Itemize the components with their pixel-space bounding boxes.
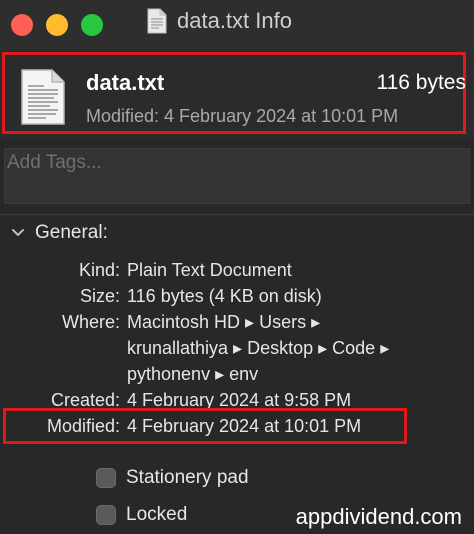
zoom-window-button[interactable] <box>81 14 103 36</box>
modified-label: Modified: <box>46 416 120 436</box>
where-label: Where: <box>61 312 120 332</box>
close-window-button[interactable] <box>11 14 33 36</box>
file-summary: data.txt 116 bytes Modified: 4 February … <box>0 50 474 140</box>
window-title-group: data.txt Info <box>147 8 292 34</box>
general-section-label: General: <box>35 222 108 243</box>
minimize-window-button[interactable] <box>46 14 68 36</box>
size-value: 116 bytes (4 KB on disk) <box>127 286 322 306</box>
where-path-line: Macintosh HD ▸ Users ▸ <box>127 312 321 332</box>
locked-checkbox[interactable] <box>96 505 116 525</box>
title-bar: data.txt Info <box>0 0 474 50</box>
size-row: Size: 116 bytes (4 KB on disk) <box>0 286 474 312</box>
where-path-line: pythonenv ▸ env <box>127 364 259 384</box>
locked-label: Locked <box>126 504 188 525</box>
watermark: appdividend.com <box>295 504 462 529</box>
kind-label: Kind: <box>78 260 120 280</box>
modified-row: Modified: 4 February 2024 at 10:01 PM <box>0 416 474 442</box>
tags-input[interactable]: Add Tags... <box>4 148 470 204</box>
kind-value: Plain Text Document <box>127 260 292 280</box>
general-section-toggle[interactable]: General: <box>11 222 108 244</box>
document-icon <box>147 8 167 34</box>
stationery-pad-checkbox[interactable] <box>96 468 116 488</box>
file-name: data.txt <box>86 70 165 95</box>
chevron-down-icon <box>12 229 24 236</box>
size-label: Size: <box>79 286 120 306</box>
modified-value: 4 February 2024 at 10:01 PM <box>127 416 362 436</box>
window-title: data.txt Info <box>177 8 292 33</box>
section-divider <box>0 214 474 215</box>
text-document-icon <box>21 69 65 125</box>
file-modified-summary: Modified: 4 February 2024 at 10:01 PM <box>86 106 399 126</box>
stationery-pad-label: Stationery pad <box>126 467 249 488</box>
stationery-pad-option[interactable]: Stationery pad <box>96 467 249 489</box>
file-size: 116 bytes <box>376 71 466 94</box>
where-path-line: krunallathiya ▸ Desktop ▸ Code ▸ <box>127 338 390 358</box>
tags-placeholder: Add Tags... <box>7 152 102 173</box>
kind-row: Kind: Plain Text Document <box>0 260 474 286</box>
locked-option[interactable]: Locked <box>96 504 187 526</box>
